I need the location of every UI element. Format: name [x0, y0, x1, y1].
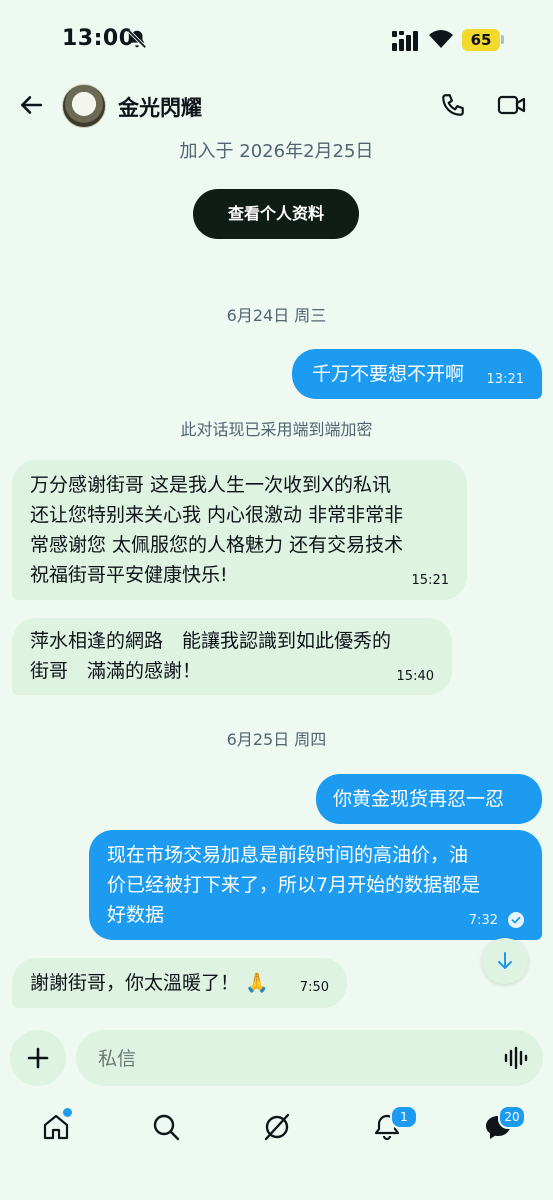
signal-icon [392, 31, 418, 51]
read-check-icon [508, 912, 524, 928]
arrow-down-icon [498, 952, 512, 969]
scroll-to-bottom-button[interactable] [482, 938, 528, 984]
message-line: 街哥 滿滿的感謝！ [30, 660, 202, 682]
message-composer[interactable] [76, 1030, 543, 1088]
battery-indicator: 65 [462, 29, 500, 51]
incoming-message[interactable]: 萍水相逢的網路 能讓我認識到如此優秀的 街哥 滿滿的感謝！ 15:40 [12, 618, 452, 695]
plus-icon [27, 1047, 49, 1069]
date-separator: 6月24日 周三 [226, 306, 327, 325]
add-attachment-button[interactable] [10, 1030, 66, 1086]
message-line: 萍水相逢的網路 能讓我認識到如此優秀的 [30, 630, 392, 652]
message-text: 你黄金现货再忍一忍 [333, 788, 505, 810]
joined-date: 加入于 2026年2月25日 [179, 141, 374, 162]
notifications-badge: 1 [390, 1105, 418, 1129]
back-arrow-icon[interactable] [18, 92, 44, 118]
battery-nub [501, 35, 504, 44]
message-text: 謝謝街哥，你太溫暖了！ 🙏 [30, 972, 269, 994]
message-text: 千万不要想不开啊 [312, 363, 465, 385]
incoming-message[interactable]: 謝謝街哥，你太溫暖了！ 🙏 7:50 [12, 958, 347, 1008]
search-icon[interactable] [151, 1112, 181, 1142]
incoming-message[interactable]: 万分感谢街哥 这是我人生一次收到X的私讯 还让您特别来关心我 内心很激动 非常非… [12, 460, 467, 600]
view-profile-button[interactable]: 查看个人资料 [193, 189, 359, 239]
message-input[interactable] [96, 1030, 480, 1088]
message-line: 常感谢您 太佩服您的人格魅力 还有交易技术 [30, 534, 404, 556]
message-line: 价已经被打下来了，所以7月开始的数据都是 [107, 874, 481, 896]
phone-call-icon[interactable] [440, 92, 466, 118]
voice-message-icon[interactable] [503, 1045, 529, 1071]
date-separator: 6月25日 周四 [226, 730, 327, 749]
message-time: 7:50 [299, 980, 329, 995]
message-time: 15:21 [411, 573, 449, 588]
video-call-icon[interactable] [497, 93, 527, 117]
messages-badge: 20 [498, 1105, 526, 1129]
message-line: 祝福街哥平安健康快乐! [30, 564, 228, 586]
wifi-icon [429, 30, 453, 48]
bell-off-icon [127, 29, 147, 49]
status-time: 13:00 [62, 26, 135, 51]
message-line: 还让您特别来关心我 内心很激动 非常非常非 [30, 504, 404, 526]
outgoing-message[interactable]: 千万不要想不开啊 13:21 [292, 349, 542, 399]
grok-icon[interactable] [262, 1112, 292, 1142]
home-unread-dot [61, 1106, 74, 1119]
message-line: 好数据 [107, 904, 165, 926]
outgoing-message[interactable]: 现在市场交易加息是前段时间的高油价，油 价已经被打下来了，所以7月开始的数据都是… [89, 830, 542, 940]
encryption-note: 此对话现已采用端到端加密 [180, 420, 373, 439]
outgoing-message[interactable]: 你黄金现货再忍一忍 [316, 774, 542, 824]
contact-avatar[interactable] [62, 84, 106, 128]
message-time: 7:32 [468, 913, 498, 928]
message-line: 万分感谢街哥 这是我人生一次收到X的私讯 [30, 474, 392, 496]
message-line: 现在市场交易加息是前段时间的高油价，油 [107, 844, 469, 866]
contact-name[interactable]: 金光閃耀 [118, 92, 202, 122]
message-time: 13:21 [486, 372, 524, 387]
message-time: 15:40 [396, 669, 434, 684]
